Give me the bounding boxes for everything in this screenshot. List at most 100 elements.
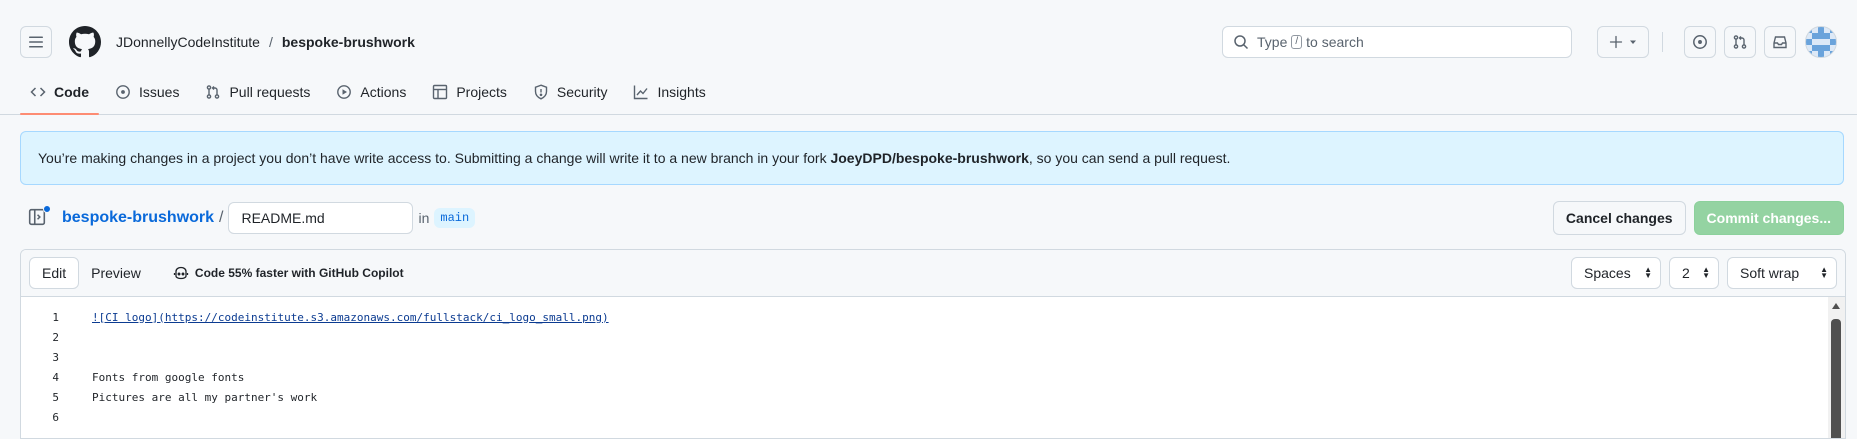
search-placeholder-prefix: Type [1257, 34, 1288, 50]
plus-icon [1609, 35, 1623, 49]
image-link-prefix: ![CI logo]( [92, 310, 165, 324]
repo-nav: Code Issues Pull requests Actions Projec… [20, 70, 722, 115]
repo-link[interactable]: bespoke-brushwork [282, 34, 415, 50]
tab-label: Actions [360, 84, 407, 100]
tab-preview[interactable]: Preview [79, 257, 153, 289]
code-line: 4 Fonts from google fonts [21, 367, 1845, 387]
tab-label: Issues [139, 84, 180, 100]
code-line: 3 [21, 347, 1845, 367]
filename-input[interactable]: README.md [228, 202, 414, 234]
tab-label: Insights [657, 84, 706, 100]
tab-code[interactable]: Code [20, 70, 99, 115]
tab-security[interactable]: Security [523, 70, 618, 114]
tab-label: Code [54, 84, 89, 100]
copilot-promo[interactable]: Code 55% faster with GitHub Copilot [173, 265, 404, 281]
issue-icon [116, 85, 130, 99]
pull-request-icon [207, 85, 220, 99]
file-path-bar: bespoke-brushwork / README.md in main Ca… [20, 199, 1844, 237]
notification-dot [43, 205, 51, 213]
scroll-up-arrow-icon[interactable] [1832, 303, 1840, 309]
tab-label: Security [556, 84, 608, 100]
cancel-changes-button[interactable]: Cancel changes [1552, 201, 1686, 235]
copilot-text: Code 55% faster with GitHub Copilot [194, 266, 404, 280]
copilot-icon [173, 266, 189, 280]
tab-label: Projects [456, 84, 507, 100]
issues-button[interactable] [1684, 26, 1716, 58]
banner-text: You’re making changes in a project you d… [38, 150, 1230, 166]
line-number: 2 [52, 330, 59, 344]
tab-edit[interactable]: Edit [29, 257, 80, 289]
line-content: Pictures are all my partner's work [92, 390, 318, 404]
code-icon [30, 87, 46, 97]
editor-scrollbar[interactable] [1828, 297, 1845, 438]
line-number: 1 [52, 310, 59, 324]
tab-actions[interactable]: Actions [326, 70, 416, 114]
indent-size-select[interactable]: 2 ▲ ▼ [1669, 257, 1719, 289]
owner-link[interactable]: JDonnellyCodeInstitute [116, 34, 260, 50]
code-line: 6 [21, 407, 1845, 427]
indent-size-value: 2 [1682, 265, 1690, 281]
indent-mode-value: Spaces [1584, 265, 1631, 281]
banner-text-before: You’re making changes in a project you d… [38, 150, 831, 166]
inbox-icon [1773, 36, 1787, 49]
fork-notice-banner: You’re making changes in a project you d… [20, 131, 1844, 185]
image-link-suffix: ) [601, 310, 609, 324]
inbox-button[interactable] [1764, 26, 1796, 58]
file-tree-toggle-icon[interactable] [28, 205, 51, 228]
breadcrumb: JDonnellyCodeInstitute / bespoke-brushwo… [116, 34, 415, 50]
scrollbar-thumb[interactable] [1831, 319, 1841, 438]
graph-icon [634, 85, 649, 100]
select-caret-icon: ▲ ▼ [1702, 265, 1710, 280]
line-content: ![CI logo](https://codeinstitute.s3.amaz… [92, 311, 609, 324]
app-header: JDonnellyCodeInstitute / bespoke-brushwo… [0, 0, 1857, 115]
indent-mode-select[interactable]: Spaces ▲ ▼ [1571, 257, 1661, 289]
in-label: in [418, 210, 430, 226]
tab-insights[interactable]: Insights [623, 70, 715, 114]
tab-label: Pull requests [229, 84, 311, 100]
line-number: 4 [52, 370, 59, 384]
select-caret-icon: ▲ ▼ [1644, 265, 1652, 280]
line-number: 5 [52, 390, 59, 404]
path-separator: / [219, 209, 224, 226]
editor-toolbar: Edit Preview Code 55% faster with GitHub… [21, 250, 1845, 297]
line-number: 6 [52, 410, 59, 424]
wrap-mode-select[interactable]: Soft wrap ▲ ▼ [1727, 257, 1837, 289]
github-logo-icon[interactable] [69, 26, 101, 58]
code-area[interactable]: 1 ![CI logo](https://codeinstitute.s3.am… [21, 297, 1845, 427]
triangle-down-icon [1630, 40, 1636, 44]
tab-pull-requests[interactable]: Pull requests [195, 70, 320, 114]
tab-issues[interactable]: Issues [105, 70, 189, 114]
search-icon [1234, 35, 1249, 50]
hamburger-icon [29, 36, 43, 48]
issue-opened-icon [1693, 35, 1707, 49]
git-pull-request-icon [1733, 35, 1747, 49]
image-url[interactable]: https://codeinstitute.s3.amazonaws.com/f… [165, 311, 602, 324]
breadcrumb-separator: / [268, 34, 273, 50]
toolbar-divider [1662, 32, 1663, 52]
repo-root-link[interactable]: bespoke-brushwork [62, 209, 214, 227]
code-editor: Edit Preview Code 55% faster with GitHub… [20, 249, 1846, 439]
filename-value: README.md [241, 210, 325, 226]
wrap-mode-value: Soft wrap [1740, 265, 1800, 281]
commit-changes-button[interactable]: Commit changes... [1693, 201, 1844, 235]
search-placeholder-suffix: to search [1306, 34, 1364, 50]
avatar[interactable] [1805, 26, 1837, 58]
branch-badge: main [434, 208, 476, 228]
editor-tabs: Edit Preview [29, 257, 153, 289]
code-line: 5 Pictures are all my partner's work [21, 387, 1845, 407]
shield-icon [534, 84, 548, 100]
line-number: 3 [52, 350, 59, 364]
table-icon [433, 84, 448, 100]
play-icon [337, 85, 352, 99]
search-input[interactable]: Type / to search [1222, 26, 1572, 58]
banner-text-after: , so you can send a pull request. [1028, 150, 1231, 166]
select-caret-icon: ▲ ▼ [1820, 265, 1828, 280]
tab-projects[interactable]: Projects [422, 70, 517, 114]
search-shortcut-key: / [1291, 35, 1303, 49]
pull-requests-button[interactable] [1724, 26, 1756, 58]
fork-name: JoeyDPD/bespoke-brushwork [830, 150, 1029, 166]
line-content: Fonts from google fonts [92, 370, 245, 384]
menu-button[interactable] [20, 26, 52, 58]
code-line: 2 [21, 327, 1845, 347]
create-new-button[interactable] [1597, 26, 1649, 58]
